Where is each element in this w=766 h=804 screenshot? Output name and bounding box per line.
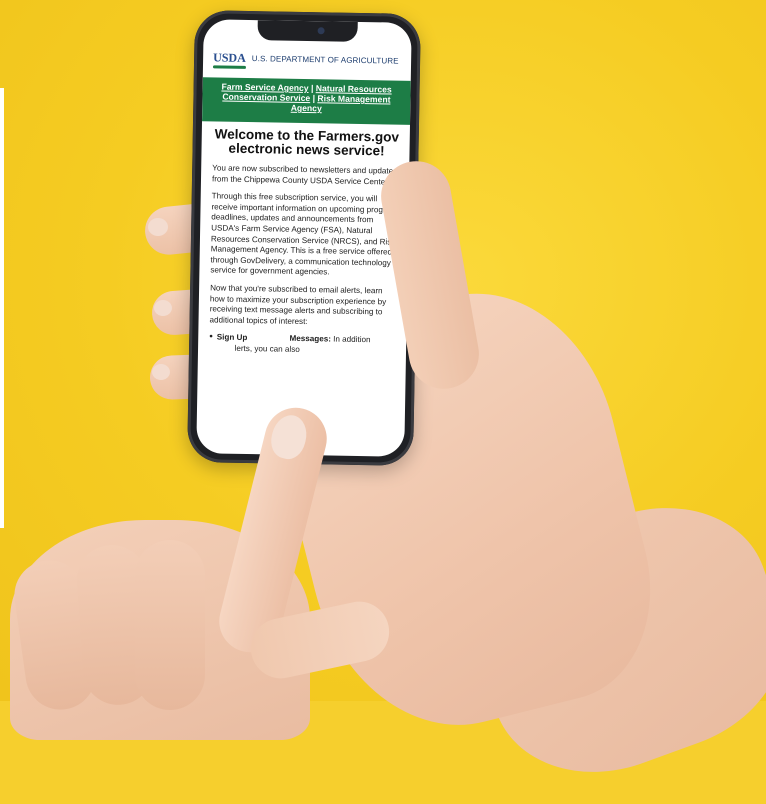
phone-screen[interactable]: USDA U.S. DEPARTMENT OF AGRICULTURE Farm… [196, 19, 412, 457]
paragraph-service-info: Through this free subscription service, … [210, 191, 397, 277]
smartphone: USDA U.S. DEPARTMENT OF AGRICULTURE Farm… [187, 10, 421, 466]
link-separator: | [312, 93, 316, 104]
list-item: • Sign Up Messages: In addition lerts, y… [209, 331, 397, 357]
welcome-headline: Welcome to the Farmers.gov electronic ne… [214, 126, 400, 159]
tapping-finger-curl-3 [135, 540, 205, 710]
paragraph-subscribed: You are now subscribed to newsletters an… [211, 163, 398, 187]
bullet-text: In addition [333, 334, 371, 345]
bullet-text-tail: lerts, you can also [234, 343, 300, 354]
department-name: U.S. DEPARTMENT OF AGRICULTURE [251, 53, 399, 66]
bullet-label[interactable]: Sign Up [217, 333, 248, 343]
paragraph-alerts: Now that you're subscribed to email aler… [209, 283, 387, 326]
white-edge-strip [0, 88, 4, 528]
camera-icon [317, 27, 325, 35]
link-separator: | [310, 83, 314, 94]
bullet-icon: • [209, 331, 213, 343]
fingernail-2 [154, 300, 172, 316]
agency-links-bar: Farm Service Agency | Natural Resources … [202, 77, 411, 125]
phone-notch [257, 20, 358, 42]
email-body: Welcome to the Farmers.gov electronic ne… [196, 119, 410, 457]
usda-logo[interactable]: USDA [213, 50, 246, 65]
fingernail-1 [148, 218, 168, 236]
fingernail-3 [152, 364, 170, 380]
bullet-label-tail[interactable]: Messages: [290, 334, 332, 344]
usda-header: USDA U.S. DEPARTMENT OF AGRICULTURE [203, 41, 412, 77]
